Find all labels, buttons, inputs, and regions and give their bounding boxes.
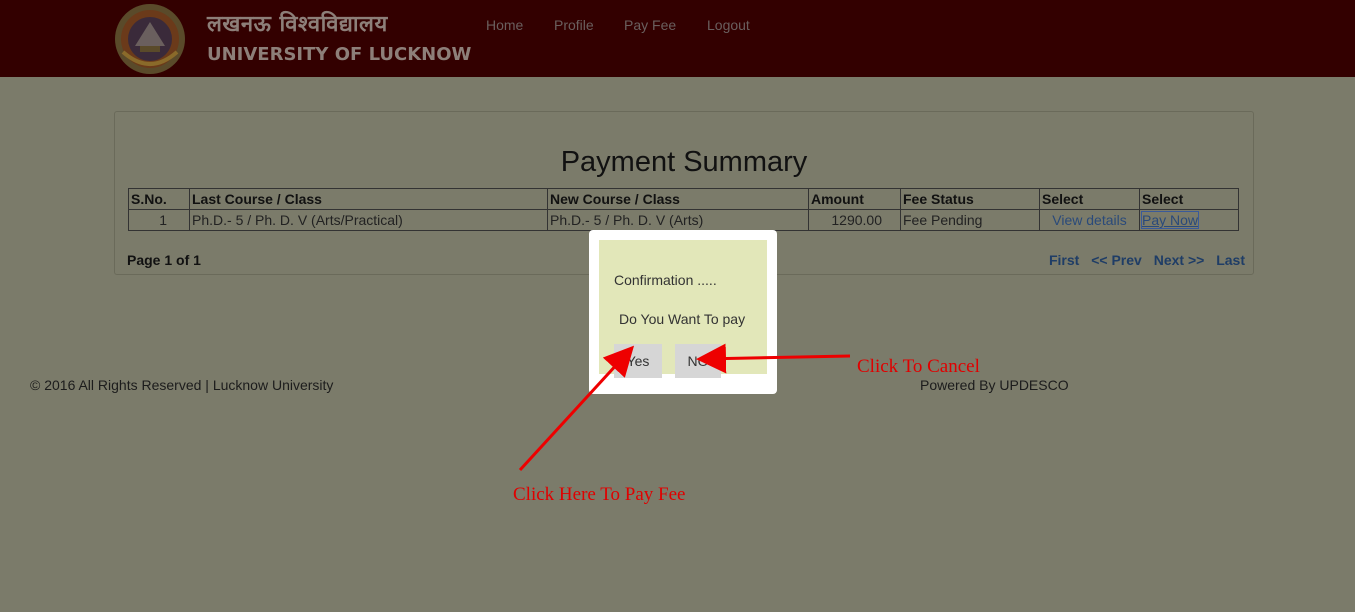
- cancel-arrow-icon: [696, 343, 851, 374]
- cancel-annotation: Click To Cancel: [857, 356, 980, 377]
- annotation-arrows: [518, 343, 851, 472]
- pay-arrow-icon: [518, 345, 635, 472]
- pay-annotation: Click Here To Pay Fee: [513, 484, 686, 505]
